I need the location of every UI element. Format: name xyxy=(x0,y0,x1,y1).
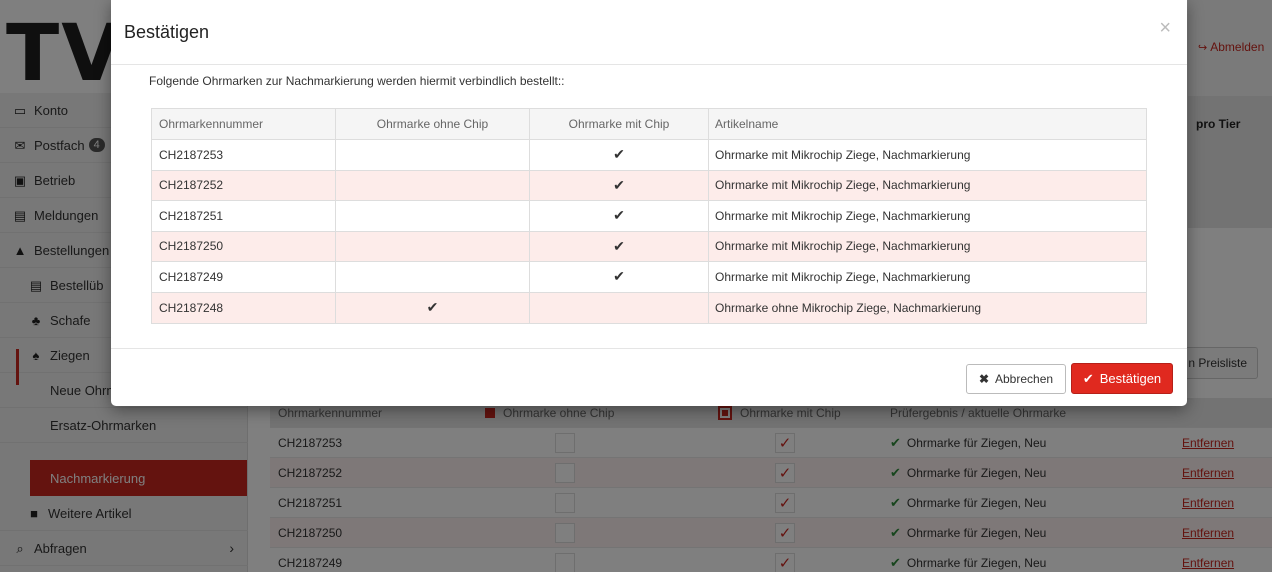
table-header-row: Ohrmarkennummer Ohrmarke ohne Chip Ohrma… xyxy=(152,109,1146,140)
column-header-article: Artikelname xyxy=(715,117,779,131)
column-header-without-chip: Ohrmarke ohne Chip xyxy=(336,109,530,139)
table-row: CH2187249 ✔ Ohrmarke mit Mikrochip Ziege… xyxy=(152,262,1146,293)
dialog-intro-text: Folgende Ohrmarken zur Nachmarkierung we… xyxy=(149,74,565,88)
table-row: CH2187252 ✔ Ohrmarke mit Mikrochip Ziege… xyxy=(152,170,1146,201)
checkmark-icon: ✔ xyxy=(1082,370,1094,386)
close-icon[interactable]: × xyxy=(1159,18,1171,38)
checkmark-icon: ✔ xyxy=(613,176,625,193)
cancel-button[interactable]: ✖ Abbrechen xyxy=(966,364,1066,394)
confirm-button[interactable]: ✔ Bestätigen xyxy=(1071,363,1173,394)
table-row: CH2187248 ✔ Ohrmarke ohne Mikrochip Zieg… xyxy=(152,292,1146,323)
checkmark-icon: ✔ xyxy=(613,146,625,163)
dialog-footer: ✖ Abbrechen ✔ Bestätigen xyxy=(111,348,1187,406)
dialog-title: Bestätigen xyxy=(124,22,210,42)
table-row: CH2187250 ✔ Ohrmarke mit Mikrochip Ziege… xyxy=(152,231,1146,262)
table-row: CH2187251 ✔ Ohrmarke mit Mikrochip Ziege… xyxy=(152,201,1146,232)
close-icon: ✖ xyxy=(978,372,989,386)
checkmark-icon: ✔ xyxy=(613,237,625,254)
column-header-number: Ohrmarkennummer xyxy=(152,109,336,139)
table-row: CH2187253 ✔ Ohrmarke mit Mikrochip Ziege… xyxy=(152,140,1146,171)
checkmark-icon: ✔ xyxy=(426,299,439,316)
column-header-with-chip: Ohrmarke mit Chip xyxy=(530,109,709,139)
confirm-dialog: Bestätigen × Folgende Ohrmarken zur Nach… xyxy=(111,0,1187,406)
dialog-header: Bestätigen × xyxy=(111,0,1187,65)
checkmark-icon: ✔ xyxy=(613,268,625,285)
order-summary-table: Ohrmarkennummer Ohrmarke ohne Chip Ohrma… xyxy=(151,108,1147,324)
checkmark-icon: ✔ xyxy=(613,207,625,224)
